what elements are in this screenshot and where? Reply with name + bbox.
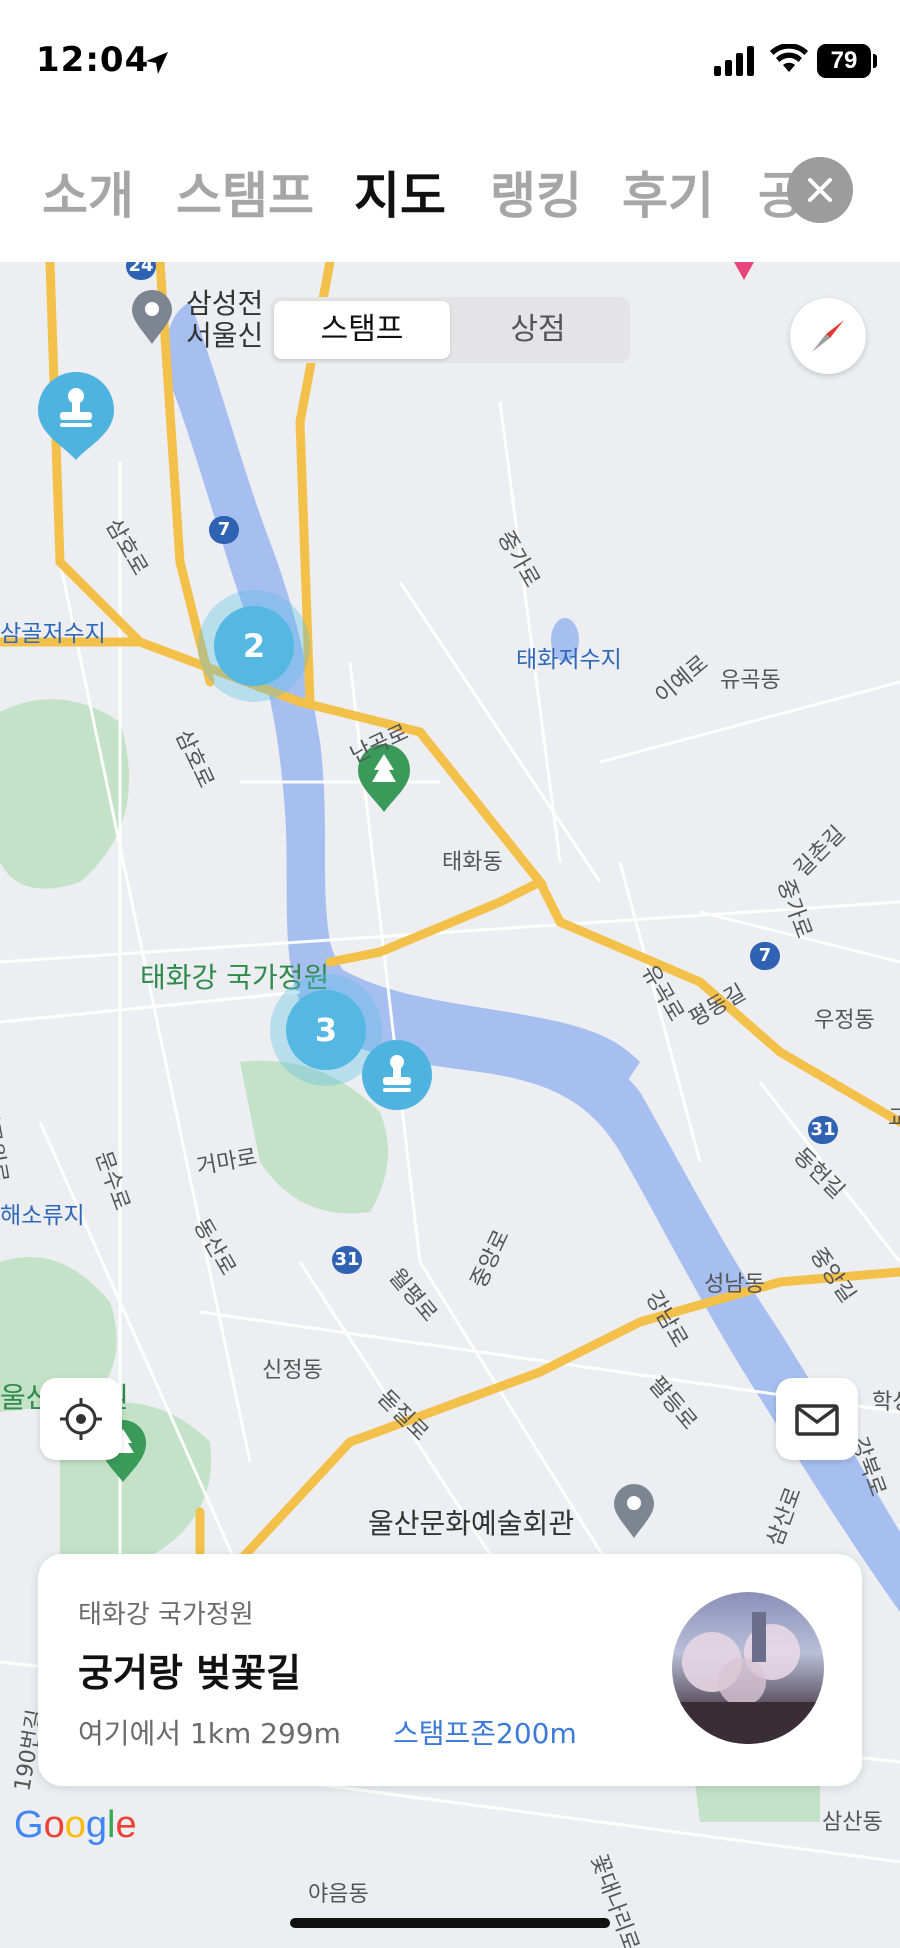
label-culture-center: 울산문화예술회관	[368, 1507, 575, 1540]
label-samsung: 삼성전 서울신	[186, 287, 264, 352]
label-yaeum-dong: 야음동	[308, 1882, 369, 1907]
cherry-blossom-image	[672, 1612, 824, 1744]
tab-review[interactable]: 후기	[622, 156, 714, 228]
poi-pin-icon	[132, 290, 172, 344]
stamp-zone-radius: 스탬프존200m	[393, 1717, 577, 1750]
place-info-card[interactable]: 태화강 국가정원 궁거랑 벚꽃길 여기에서 1km 299m 스탬프존200m	[38, 1554, 862, 1786]
wifi-icon	[770, 44, 808, 72]
google-logo: Google	[14, 1804, 137, 1847]
route-shield: 31	[808, 1116, 838, 1144]
home-indicator	[290, 1918, 610, 1928]
label-seongnam-dong: 성남동	[704, 1272, 765, 1297]
close-button[interactable]	[787, 157, 853, 223]
cellular-signal-icon	[714, 46, 754, 76]
label-singjeong-dong: 신정동	[262, 1358, 323, 1383]
crosshair-icon	[60, 1398, 102, 1440]
message-button[interactable]	[776, 1378, 858, 1460]
place-category: 태화강 국가정원	[78, 1600, 254, 1630]
poi-pin-icon	[614, 1484, 654, 1538]
google-logo-letter: o	[43, 1804, 65, 1846]
stamp-cluster[interactable]: 2	[198, 590, 310, 702]
cluster-count: 2	[214, 606, 294, 686]
label-samsan-dong: 삼산동	[822, 1810, 883, 1835]
close-icon	[808, 178, 832, 202]
place-thumbnail	[672, 1592, 824, 1744]
top-tab-bar: 소개 스탬프 지도 랭킹 후기 공	[0, 120, 900, 262]
tab-ranking[interactable]: 랭킹	[490, 156, 582, 228]
label-taehwa-reservoir: 태화저수지	[516, 647, 622, 673]
label-gyo: 교	[888, 1106, 900, 1131]
compass-icon	[812, 320, 844, 352]
stamp-pin-icon[interactable]	[362, 1040, 432, 1110]
status-bar: 12:04 79	[0, 0, 900, 120]
cluster-count: 3	[286, 990, 366, 1070]
battery-tip	[873, 54, 877, 68]
label-ujeong-dong: 우정동	[814, 1008, 875, 1033]
compass-button[interactable]	[790, 298, 866, 374]
place-title: 궁거랑 벚꽃길	[78, 1651, 301, 1695]
status-time: 12:04	[36, 40, 150, 80]
tab-map[interactable]: 지도	[354, 156, 446, 228]
route-shield: 7	[209, 516, 239, 544]
toggle-stamp[interactable]: 스탬프	[274, 301, 450, 359]
label-hak: 학성	[872, 1390, 900, 1415]
route-shield: 7	[750, 942, 780, 970]
google-logo-letter: G	[14, 1804, 44, 1846]
stamp-pin-icon[interactable]	[38, 372, 114, 460]
mail-icon	[795, 1404, 839, 1436]
route-shield: 31	[332, 1246, 362, 1274]
my-location-button[interactable]	[40, 1378, 122, 1460]
red-marker-icon	[734, 262, 754, 280]
marker-type-toggle: 스탬프 상점	[270, 297, 630, 363]
label-haesoryuji: 해소류지	[0, 1203, 85, 1229]
tab-stamp[interactable]: 스탬프	[176, 156, 314, 228]
google-logo-letter: e	[115, 1804, 137, 1846]
toggle-shop[interactable]: 상점	[450, 301, 626, 359]
battery-indicator: 79	[817, 44, 871, 78]
place-distance: 여기에서 1km 299m	[78, 1717, 341, 1750]
google-logo-letter: g	[85, 1804, 107, 1846]
label-samgol-reservoir: 삼골저수지	[0, 621, 106, 647]
google-logo-letter: o	[64, 1804, 86, 1846]
label-taehwa-dong: 태화동	[442, 850, 503, 875]
label-yugok-dong: 유곡동	[720, 668, 781, 693]
tab-intro[interactable]: 소개	[42, 156, 134, 228]
location-arrow-icon	[146, 52, 168, 74]
